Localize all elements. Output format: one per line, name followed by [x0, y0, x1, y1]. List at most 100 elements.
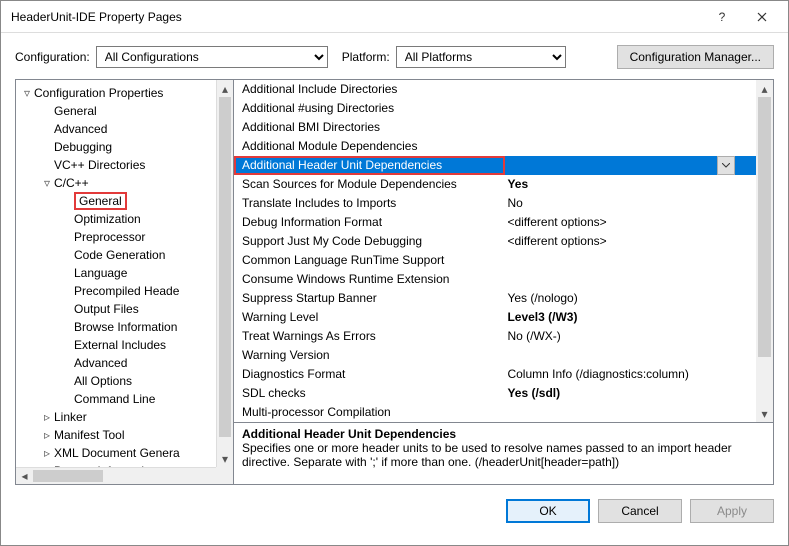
configuration-manager-button[interactable]: Configuration Manager...: [617, 45, 774, 69]
tree-item[interactable]: External Includes: [16, 336, 233, 354]
property-row[interactable]: Common Language RunTime Support: [234, 251, 756, 270]
tree-item-label: External Includes: [74, 336, 166, 354]
tree-item-label: Browse Information: [74, 318, 177, 336]
tree-item[interactable]: General: [16, 192, 233, 210]
description-panel: Additional Header Unit Dependencies Spec…: [234, 422, 773, 484]
property-row[interactable]: Treat Warnings As ErrorsNo (/WX-): [234, 327, 756, 346]
config-label: Configuration:: [15, 50, 90, 64]
apply-button[interactable]: Apply: [690, 499, 774, 523]
tree-item[interactable]: Language: [16, 264, 233, 282]
close-button[interactable]: [742, 1, 782, 33]
property-row[interactable]: Scan Sources for Module DependenciesYes: [234, 175, 756, 194]
property-row[interactable]: SDL checksYes (/sdl): [234, 384, 756, 403]
tree-item[interactable]: Command Line: [16, 390, 233, 408]
tree-item[interactable]: Preprocessor: [16, 228, 233, 246]
tree-item[interactable]: Browse Information: [16, 318, 233, 336]
property-row[interactable]: Additional Include Directories: [234, 80, 756, 99]
property-value[interactable]: [505, 137, 756, 156]
expander-icon[interactable]: ▹: [40, 444, 54, 462]
tree-item[interactable]: ▿Configuration Properties: [16, 84, 233, 102]
grid-scroll-thumb[interactable]: [758, 97, 771, 357]
property-value[interactable]: <different options>: [505, 232, 756, 251]
tree-item[interactable]: All Options: [16, 372, 233, 390]
tree-item[interactable]: Output Files: [16, 300, 233, 318]
property-name: Multi-processor Compilation: [234, 403, 505, 422]
property-value[interactable]: Yes (/nologo): [505, 289, 756, 308]
property-value[interactable]: Yes (/sdl): [505, 384, 756, 403]
property-value[interactable]: [505, 99, 756, 118]
titlebar: HeaderUnit-IDE Property Pages ?: [1, 1, 788, 33]
property-value[interactable]: Level3 (/W3): [505, 308, 756, 327]
tree-hscrollbar[interactable]: ◂ ▸: [16, 467, 233, 484]
property-row[interactable]: Additional BMI Directories: [234, 118, 756, 137]
tree-item[interactable]: Advanced: [16, 120, 233, 138]
hscroll-thumb[interactable]: [33, 470, 103, 482]
property-grid: Additional Include DirectoriesAdditional…: [234, 80, 773, 422]
scroll-down-icon[interactable]: ▾: [217, 450, 233, 467]
scroll-up-icon[interactable]: ▴: [217, 80, 233, 97]
scroll-corner: [216, 467, 233, 484]
ok-button[interactable]: OK: [506, 499, 590, 523]
property-row[interactable]: Warning Version: [234, 346, 756, 365]
property-name: Warning Level: [234, 308, 505, 327]
tree-item[interactable]: Precompiled Heade: [16, 282, 233, 300]
configuration-select[interactable]: All Configurations: [96, 46, 328, 68]
platform-select[interactable]: All Platforms: [396, 46, 566, 68]
scroll-left-icon[interactable]: ◂: [16, 469, 33, 483]
tree-item-label: VC++ Directories: [54, 156, 145, 174]
help-button[interactable]: ?: [702, 1, 742, 33]
property-name: Debug Information Format: [234, 213, 505, 232]
expander-icon[interactable]: ▿: [40, 174, 54, 192]
property-row[interactable]: Suppress Startup BannerYes (/nologo): [234, 289, 756, 308]
tree-item-label: Configuration Properties: [34, 84, 163, 102]
tree-item[interactable]: Debugging: [16, 138, 233, 156]
tree-item[interactable]: ▹XML Document Genera: [16, 444, 233, 462]
cancel-button[interactable]: Cancel: [598, 499, 682, 523]
expander-icon[interactable]: ▿: [20, 84, 34, 102]
property-row[interactable]: Support Just My Code Debugging<different…: [234, 232, 756, 251]
category-tree[interactable]: ▿Configuration PropertiesGeneralAdvanced…: [16, 80, 233, 480]
tree-vscrollbar[interactable]: ▴ ▾: [216, 80, 233, 467]
tree-item[interactable]: Code Generation: [16, 246, 233, 264]
tree-item[interactable]: ▿C/C++: [16, 174, 233, 192]
property-name: SDL checks: [234, 384, 505, 403]
property-value[interactable]: No: [505, 194, 756, 213]
grid-scroll-up-icon[interactable]: ▴: [756, 80, 773, 97]
tree-item[interactable]: Advanced: [16, 354, 233, 372]
scroll-thumb[interactable]: [219, 97, 231, 437]
property-value[interactable]: [505, 346, 756, 365]
property-row[interactable]: Additional #using Directories: [234, 99, 756, 118]
property-value[interactable]: <different options>: [505, 213, 756, 232]
property-name: Suppress Startup Banner: [234, 289, 505, 308]
property-value[interactable]: [505, 118, 756, 137]
property-value[interactable]: [505, 80, 756, 99]
property-name: Consume Windows Runtime Extension: [234, 270, 505, 289]
property-value[interactable]: [505, 251, 756, 270]
expander-icon[interactable]: ▹: [40, 426, 54, 444]
tree-item[interactable]: VC++ Directories: [16, 156, 233, 174]
property-name: Scan Sources for Module Dependencies: [234, 175, 505, 194]
grid-vscrollbar[interactable]: ▴ ▾: [756, 80, 773, 422]
property-row[interactable]: Multi-processor Compilation: [234, 403, 756, 422]
expander-icon[interactable]: ▹: [40, 408, 54, 426]
property-row[interactable]: Consume Windows Runtime Extension: [234, 270, 756, 289]
tree-item[interactable]: ▹Manifest Tool: [16, 426, 233, 444]
property-row[interactable]: Additional Module Dependencies: [234, 137, 756, 156]
property-row[interactable]: Additional Header Unit Dependencies: [234, 156, 756, 175]
property-row[interactable]: Diagnostics FormatColumn Info (/diagnost…: [234, 365, 756, 384]
grid-scroll-down-icon[interactable]: ▾: [756, 405, 773, 422]
property-value[interactable]: No (/WX-): [505, 327, 756, 346]
value-dropdown-button[interactable]: [717, 156, 735, 175]
property-row[interactable]: Warning LevelLevel3 (/W3): [234, 308, 756, 327]
property-value[interactable]: [505, 270, 756, 289]
tree-item[interactable]: ▹Linker: [16, 408, 233, 426]
property-value[interactable]: Column Info (/diagnostics:column): [505, 365, 756, 384]
tree-item[interactable]: General: [16, 102, 233, 120]
property-value[interactable]: Yes: [505, 175, 756, 194]
property-row[interactable]: Debug Information Format<different optio…: [234, 213, 756, 232]
main-area: ▿Configuration PropertiesGeneralAdvanced…: [15, 79, 774, 485]
tree-item[interactable]: Optimization: [16, 210, 233, 228]
property-row[interactable]: Translate Includes to ImportsNo: [234, 194, 756, 213]
property-value[interactable]: [505, 403, 756, 422]
tree-item-label: Optimization: [74, 210, 141, 228]
